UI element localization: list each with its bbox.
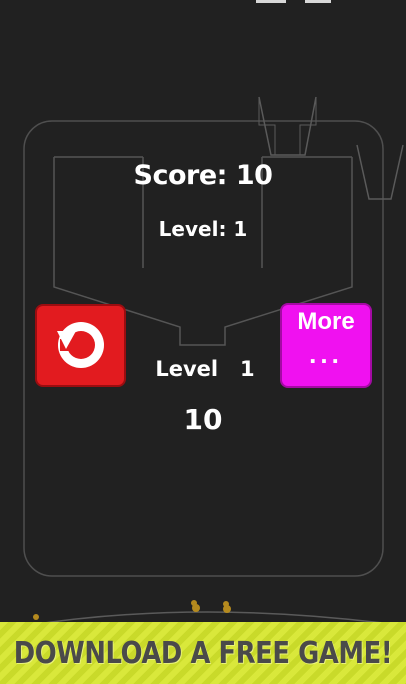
game-screen: Score: 10 Level: 1 More ... Level 1 10 D…: [0, 0, 406, 684]
score-label: Score: 10: [133, 160, 273, 191]
restart-icon: [54, 317, 108, 375]
level-label: Level: 1: [158, 217, 248, 241]
ad-banner-text: DOWNLOAD A FREE GAME!: [13, 635, 393, 671]
more-label: More: [297, 308, 355, 335]
ad-banner[interactable]: DOWNLOAD A FREE GAME!: [0, 622, 406, 684]
restart-button[interactable]: [35, 304, 126, 387]
more-games-button[interactable]: More ...: [280, 303, 372, 388]
result-score-value: 10: [183, 403, 223, 436]
more-dots: ...: [309, 339, 343, 369]
result-level-text: Level 1: [155, 357, 255, 381]
